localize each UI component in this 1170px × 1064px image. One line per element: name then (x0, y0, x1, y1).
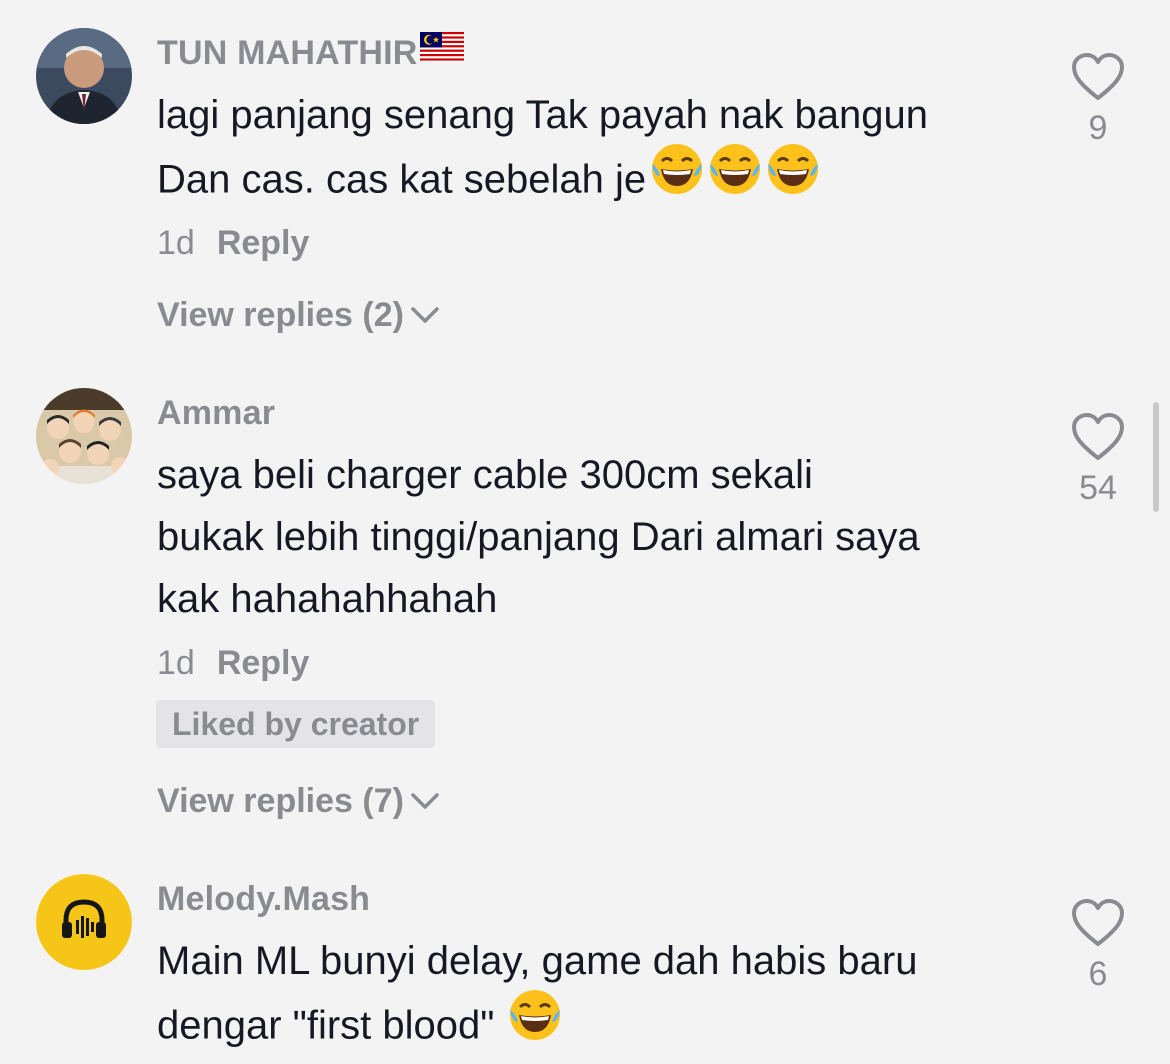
view-replies-button[interactable]: View replies (7) (157, 782, 440, 821)
username[interactable]: Ammar (157, 394, 275, 433)
emoji-group (646, 144, 820, 202)
avatar[interactable] (36, 874, 132, 970)
reply-button[interactable]: Reply (217, 224, 310, 262)
like-button[interactable]: 9 (1066, 52, 1130, 148)
like-count: 9 (1088, 109, 1108, 147)
malaysia-flag-icon (419, 31, 464, 71)
avatar[interactable] (36, 28, 132, 124)
username-text: TUN MAHATHIR (157, 34, 418, 72)
comment-meta: 1d Reply (157, 644, 309, 683)
username[interactable]: Melody.Mash (157, 880, 370, 919)
timestamp: 1d (157, 644, 195, 682)
heart-outline-icon (1072, 899, 1124, 946)
comment-text: lagi panjang senang Tak payah nak bangun… (157, 84, 1037, 218)
username[interactable]: TUN MAHATHIR (157, 31, 464, 75)
comment-text: saya beli charger cable 300cm sekali buk… (157, 453, 920, 621)
like-button[interactable]: 6 (1066, 898, 1130, 994)
like-count: 54 (1079, 469, 1117, 507)
heart-outline-icon (1072, 413, 1124, 460)
laughing-emoji-icon (766, 142, 820, 214)
view-replies-button[interactable]: View replies (2) (157, 296, 440, 335)
timestamp: 1d (157, 224, 195, 262)
like-count: 6 (1088, 955, 1108, 993)
chevron-down-icon (411, 307, 439, 323)
scrollbar[interactable] (1153, 402, 1159, 512)
avatar[interactable] (36, 388, 132, 484)
like-button[interactable]: 54 (1066, 412, 1130, 508)
view-replies-label: View replies (2) (157, 296, 404, 334)
liked-by-creator-badge: Liked by creator (156, 700, 436, 748)
comment-meta: 1d Reply (157, 224, 309, 263)
laughing-emoji-icon (650, 142, 704, 214)
view-replies-label: View replies (7) (157, 782, 404, 820)
chevron-down-icon (411, 793, 439, 809)
comment-text: Main ML bunyi delay, game dah habis baru… (157, 930, 1037, 1064)
reply-button[interactable]: Reply (217, 644, 310, 682)
heart-outline-icon (1072, 53, 1124, 100)
laughing-emoji-icon (508, 988, 562, 1060)
laughing-emoji-icon (708, 142, 762, 214)
